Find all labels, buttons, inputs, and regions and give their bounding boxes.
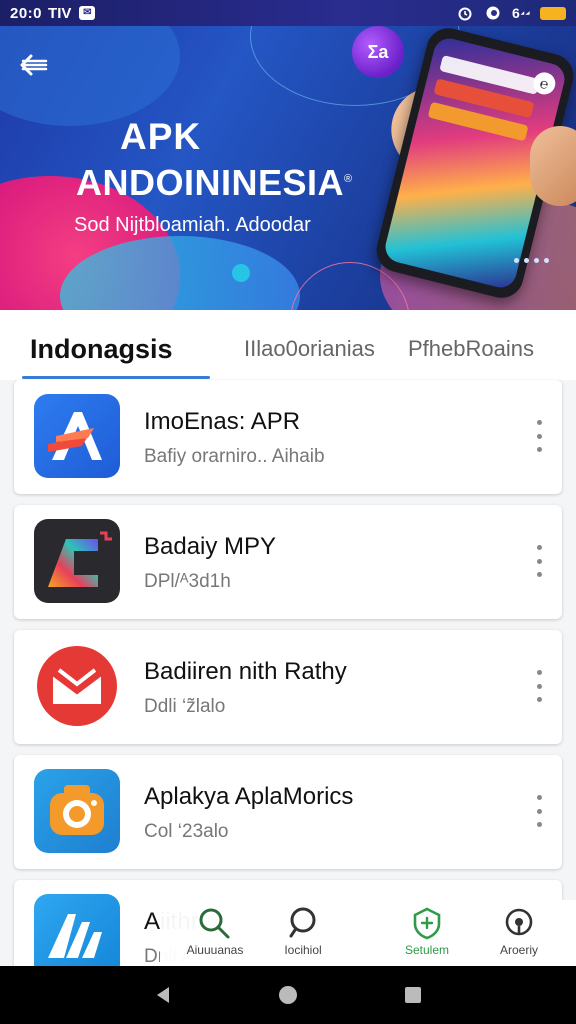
rainbow-c-icon xyxy=(34,519,120,603)
more-options-icon[interactable] xyxy=(530,545,548,577)
hero-dot xyxy=(232,264,250,282)
signal-label: 6 xyxy=(512,5,520,21)
status-icons: 6 xyxy=(456,4,566,22)
nav-label: Aiuuuanas xyxy=(186,943,244,957)
list-item[interactable]: Aplakya AplaMorics Col ‘23alo xyxy=(14,755,562,869)
system-recents-button[interactable] xyxy=(398,980,428,1010)
tab-bar: Indonagsis IIlao0orianias PfhebRoains xyxy=(0,310,576,380)
battery-icon xyxy=(540,6,566,20)
hero-brand: ANDOININESIA® xyxy=(76,162,353,204)
orange-camera-icon xyxy=(34,769,120,853)
phone-illustration: ℮ xyxy=(371,26,576,310)
hero-title: APK xyxy=(120,116,202,157)
promo-badge: Ʃa xyxy=(352,26,404,78)
search-icon xyxy=(199,908,230,939)
pager-dot xyxy=(514,258,519,263)
pager-dot xyxy=(544,258,549,263)
more-options-icon[interactable] xyxy=(530,795,548,827)
pager-dot xyxy=(534,258,539,263)
app-name: Badiiren nith Rathy xyxy=(144,658,347,685)
app-name: ImoEnas: APR xyxy=(144,408,301,435)
status-bar: 20:0 TIV ✉ 6 xyxy=(0,0,576,26)
list-item[interactable]: Badiiren nith Rathy Ddli ‘z̃lalo xyxy=(14,630,562,744)
app-subtitle: Col ‘23alo xyxy=(144,821,229,842)
tab-indonagsis[interactable]: Indonagsis xyxy=(30,334,173,365)
back-button[interactable] xyxy=(14,48,54,82)
app-name: Aplakya AplaMorics xyxy=(144,783,354,810)
app-subtitle: DPl/ᴬ3d1h xyxy=(144,571,231,592)
settings-icon xyxy=(505,908,533,936)
system-navigation-bar xyxy=(0,966,576,1024)
nav-label: Iocihiol xyxy=(284,943,322,957)
pager-dot xyxy=(524,258,529,263)
status-carrier: TIV xyxy=(48,4,72,22)
signal-icon: 6 xyxy=(512,4,530,22)
app-screen: 20:0 TIV ✉ 6 APK ANDOININESIA® Sod Nijtb… xyxy=(0,0,576,1024)
red-a-arrow-icon xyxy=(34,394,120,478)
tab-second[interactable]: IIlao0orianias xyxy=(244,336,375,362)
app-subtitle: Ddli ‘z̃lalo xyxy=(144,696,226,717)
hero-subtitle: Sod Nijtbloamiah. Adoodar xyxy=(74,214,311,236)
triangle-back-icon xyxy=(156,987,169,1003)
nav-item-local[interactable]: Iocihiol xyxy=(258,906,348,957)
list-item[interactable]: Badaiy MPY DPl/ᴬ3d1h xyxy=(14,505,562,619)
back-arrow-icon xyxy=(20,54,48,76)
app-subtitle: Bafiy orarniro.. Aihaib xyxy=(144,446,325,467)
square-recents-icon xyxy=(405,987,422,1003)
alarm-icon xyxy=(456,4,474,22)
hero-banner: APK ANDOININESIA® Sod Nijtbloamiah. Adoo… xyxy=(0,26,576,310)
tab-third[interactable]: PfhebRoains xyxy=(408,336,534,362)
sync-icon xyxy=(484,4,502,22)
more-options-icon[interactable] xyxy=(530,670,548,702)
more-options-icon[interactable] xyxy=(530,420,548,452)
nav-item-search[interactable]: Aiuuuanas xyxy=(170,906,260,957)
mail-notification-icon: ✉ xyxy=(79,6,96,20)
nav-label: Aroeriy xyxy=(499,943,538,957)
hand-illustration xyxy=(530,126,576,206)
search-icon xyxy=(289,907,316,938)
circle-home-icon xyxy=(278,986,297,1004)
system-home-button[interactable] xyxy=(273,980,303,1010)
carousel-indicator[interactable] xyxy=(514,258,549,263)
status-time: 20:0 xyxy=(10,4,43,22)
nav-label: Setulem xyxy=(404,943,450,957)
hero-brand-text: ANDOININESIA xyxy=(76,162,345,203)
registered-mark: ® xyxy=(344,173,353,185)
shield-icon xyxy=(413,907,441,940)
red-mail-icon xyxy=(34,644,120,728)
app-name: Badaiy MPY xyxy=(144,533,277,560)
bottom-navigation: Aiuuuanas Iocihiol Setulem Aroeriy xyxy=(160,900,576,966)
nav-item-settings[interactable]: Aroeriy xyxy=(474,906,564,957)
list-item[interactable]: ImoEnas: APR Bafiy orarniro.. Aihaib xyxy=(14,380,562,494)
active-tab-indicator xyxy=(22,376,210,379)
nav-item-security[interactable]: Setulem xyxy=(382,906,472,957)
system-back-button[interactable] xyxy=(148,980,178,1010)
